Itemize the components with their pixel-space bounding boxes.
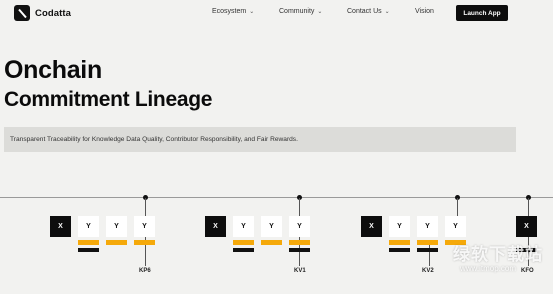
responsibility-bar xyxy=(417,248,438,252)
quality-bar xyxy=(289,240,310,245)
block-y: Y xyxy=(417,216,438,237)
timeline-node-label: KP6 xyxy=(139,268,151,274)
block-y: Y xyxy=(134,216,155,237)
timeline-node-label: KFO xyxy=(521,268,534,274)
timeline-node-label: KV1 xyxy=(294,268,306,274)
chevron-down-icon: ⌄ xyxy=(249,9,255,15)
timeline-connector xyxy=(429,242,430,266)
block-y: Y xyxy=(289,216,310,237)
quality-bar xyxy=(233,240,254,245)
watermark-text: 绿软下载站 xyxy=(453,245,543,264)
responsibility-bar xyxy=(289,248,310,252)
brand-name: Codatta xyxy=(35,7,72,19)
hero-subtitle-banner: Transparent Traceability for Knowledge D… xyxy=(4,127,516,152)
nav-contact-us-label: Contact Us xyxy=(347,8,382,15)
block-x: X xyxy=(361,216,382,237)
chevron-down-icon: ⌄ xyxy=(317,9,323,15)
launch-app-button[interactable]: Launch App xyxy=(456,5,508,21)
block-y: Y xyxy=(106,216,127,237)
hero-title-line2: Commitment Lineage xyxy=(4,88,213,111)
responsibility-bar xyxy=(78,248,99,252)
nav-contact-us[interactable]: Contact Us ⌄ xyxy=(347,8,390,15)
nav-community-label: Community xyxy=(279,8,315,15)
block-x: X xyxy=(516,216,537,237)
nav-community[interactable]: Community ⌄ xyxy=(279,8,322,15)
quality-bar xyxy=(78,240,99,245)
hero-title-line1: Onchain xyxy=(4,56,102,84)
timeline-axis xyxy=(0,197,553,198)
block-x: X xyxy=(205,216,226,237)
responsibility-bar xyxy=(233,248,254,252)
chevron-down-icon: ⌄ xyxy=(384,9,390,15)
hero-subtitle: Transparent Traceability for Knowledge D… xyxy=(10,136,298,143)
quality-bar xyxy=(134,240,155,245)
block-y: Y xyxy=(261,216,282,237)
top-navbar: Codatta Ecosystem ⌄ Community ⌄ Contact … xyxy=(0,0,553,28)
block-x: X xyxy=(50,216,71,237)
nav-vision[interactable]: Vision xyxy=(415,8,434,15)
timeline-node-label: KV2 xyxy=(422,268,434,274)
block-y: Y xyxy=(445,216,466,237)
block-y: Y xyxy=(389,216,410,237)
nav-vision-label: Vision xyxy=(415,8,434,15)
nav-ecosystem-label: Ecosystem xyxy=(212,8,247,15)
codatta-logo-icon xyxy=(14,5,30,21)
nav-ecosystem[interactable]: Ecosystem ⌄ xyxy=(212,8,254,15)
responsibility-bar xyxy=(389,248,410,252)
block-y: Y xyxy=(233,216,254,237)
quality-bar xyxy=(417,240,438,245)
quality-bar xyxy=(261,240,282,245)
quality-bar xyxy=(389,240,410,245)
watermark-url: www.itmop.com xyxy=(460,264,517,273)
brand[interactable]: Codatta xyxy=(14,5,71,21)
quality-bar xyxy=(106,240,127,245)
block-y: Y xyxy=(78,216,99,237)
